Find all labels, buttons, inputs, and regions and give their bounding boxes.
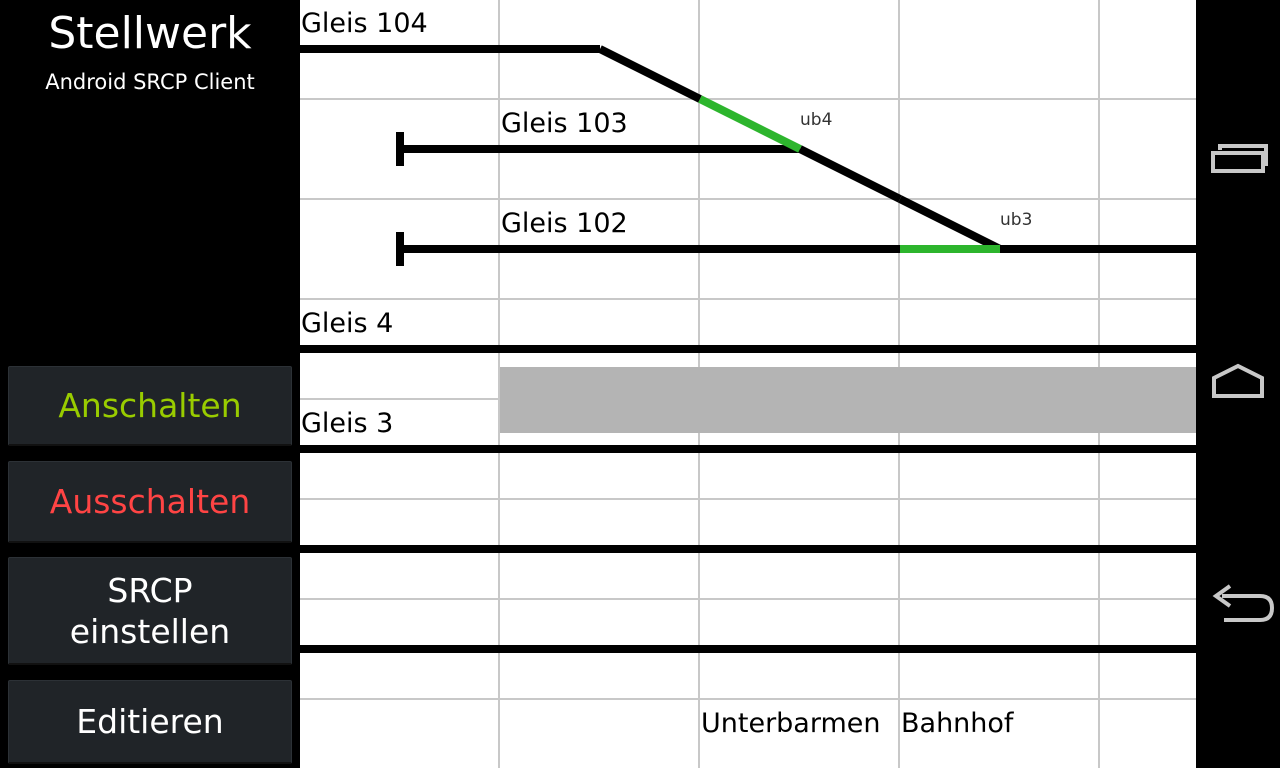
recent-apps-button[interactable] — [1196, 110, 1280, 210]
edit-label: Editieren — [76, 702, 224, 741]
turnout-ub4-route[interactable] — [698, 95, 802, 153]
label-unterbarmen: Unterbarmen — [701, 708, 881, 739]
label-gleis-102: Gleis 102 — [501, 208, 628, 239]
power-off-button[interactable]: Ausschalten — [8, 461, 292, 543]
recent-apps-icon — [1211, 144, 1268, 173]
occupied-block[interactable] — [500, 367, 1196, 433]
label-gleis-103: Gleis 103 — [501, 108, 628, 139]
label-gleis-3: Gleis 3 — [301, 408, 393, 439]
label-gleis-4: Gleis 4 — [301, 308, 393, 339]
home-button[interactable] — [1196, 334, 1280, 434]
app-title: Stellwerk — [48, 8, 252, 59]
label-gleis-104: Gleis 104 — [301, 8, 428, 39]
srcp-settings-label-line1: SRCP — [107, 570, 193, 610]
srcp-settings-label: SRCP einstellen — [70, 570, 230, 652]
label-turnout-ub3: ub3 — [1000, 210, 1032, 230]
power-on-button[interactable]: Anschalten — [8, 366, 292, 446]
track-layout-panel[interactable]: Gleis 104 Gleis 103 Gleis 102 Gleis 4 Gl… — [300, 0, 1196, 768]
label-turnout-ub4: ub4 — [800, 110, 832, 130]
back-button[interactable] — [1196, 556, 1280, 656]
control-panel: Stellwerk Android SRCP Client Anschalten… — [0, 0, 300, 768]
track-connector-diagonal[interactable] — [798, 145, 902, 203]
app-subtitle: Android SRCP Client — [45, 70, 255, 94]
edit-button[interactable]: Editieren — [8, 680, 292, 764]
track-gleis-104-diagonal[interactable] — [598, 45, 702, 103]
station-labels: Unterbarmen Bahnhof — [701, 708, 1015, 739]
track-ub3-diagonal[interactable] — [898, 195, 1002, 253]
srcp-settings-label-line2: einstellen — [69, 611, 231, 651]
track-diagram[interactable]: Gleis 104 Gleis 103 Gleis 102 Gleis 4 Gl… — [300, 0, 1196, 768]
tracks — [300, 45, 1196, 653]
power-on-label: Anschalten — [58, 386, 242, 425]
back-icon — [1212, 584, 1275, 622]
app-window: Stellwerk Android SRCP Client Anschalten… — [0, 0, 1280, 768]
srcp-settings-button[interactable]: SRCP einstellen — [8, 557, 292, 665]
power-off-label: Ausschalten — [49, 482, 251, 521]
home-icon — [1212, 363, 1264, 398]
navigation-bar — [1196, 0, 1280, 768]
label-bahnhof: Bahnhof — [901, 708, 1015, 739]
